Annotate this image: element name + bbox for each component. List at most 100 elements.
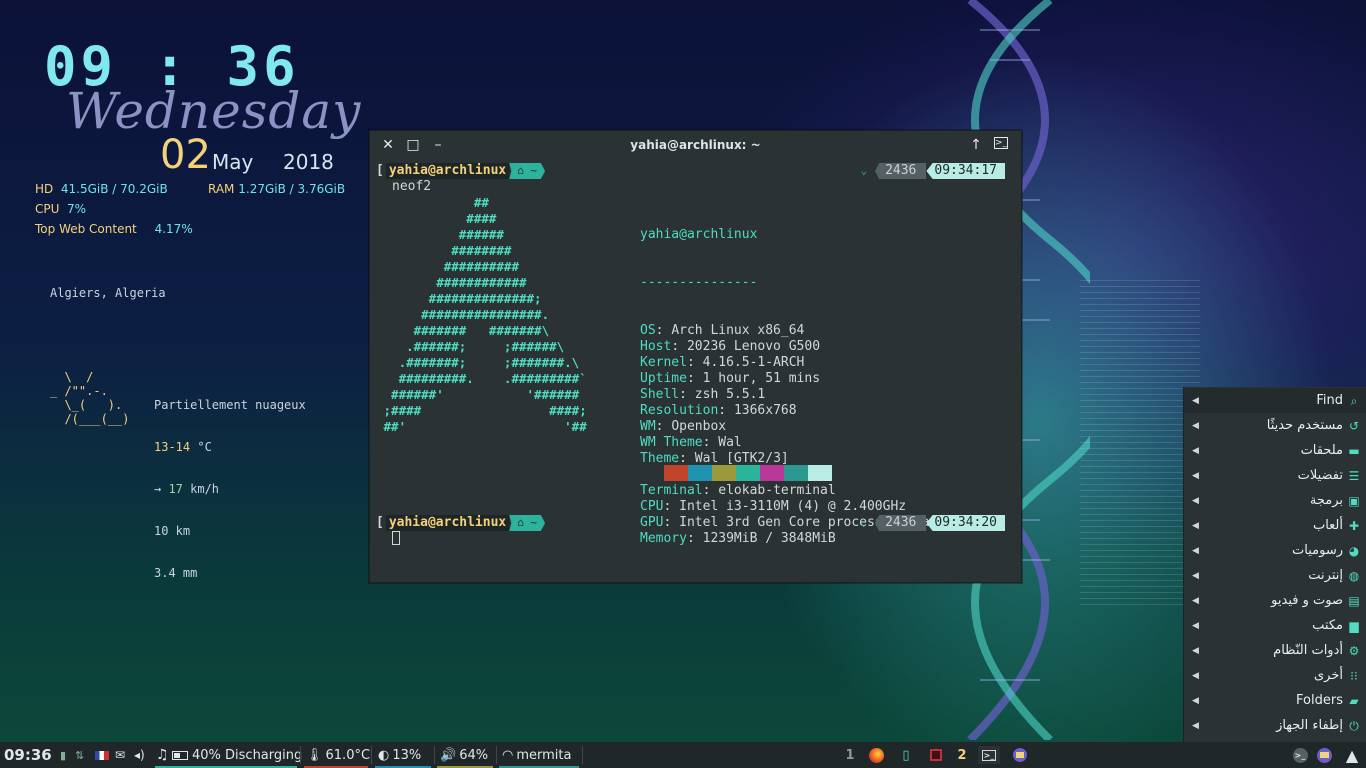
lock-icon[interactable]: ▮	[60, 742, 66, 768]
brightness-status[interactable]: ◐ 13%	[378, 742, 421, 768]
menu-item-games[interactable]: ◀ ألعاب ✚	[1184, 513, 1366, 538]
info-separator: :	[686, 355, 703, 370]
submenu-arrow-icon: ◀	[1192, 445, 1199, 456]
speaker-app-icon[interactable]: ▯	[896, 746, 916, 764]
info-separator: :	[655, 323, 672, 338]
menu-item-folder[interactable]: ◀ Folders ▰	[1184, 688, 1366, 713]
prompt-bracket: [	[376, 515, 384, 530]
battery-status[interactable]: 40% Discharging	[172, 742, 302, 768]
menu-item-multimedia[interactable]: ◀ صوت و فيديو ▤	[1184, 588, 1366, 613]
menu-item-office[interactable]: ◀ مكتب ▆	[1184, 613, 1366, 638]
info-key: OS	[640, 323, 656, 338]
office-icon: ▆	[1349, 618, 1359, 633]
menu-item-programming[interactable]: ◀ برمجة ▣	[1184, 488, 1366, 513]
speaker-icon[interactable]: ◂)	[134, 742, 145, 768]
info-rule: ---------------	[640, 275, 758, 290]
arch-menu-icon[interactable]: ▲	[1342, 746, 1362, 765]
top-label: Top Web Content	[35, 222, 137, 236]
menu-item-label: ألعاب	[1312, 518, 1343, 533]
brightness-text: 13%	[392, 747, 422, 763]
app-window-icon[interactable]	[926, 746, 946, 764]
volume-status[interactable]: 🔊 64%	[440, 742, 488, 768]
menu-item-accessories[interactable]: ◀ ملحقات ▬	[1184, 438, 1366, 463]
menu-item-label: Folders	[1296, 693, 1343, 708]
terminal-tray-icon[interactable]: >_	[1290, 746, 1310, 764]
workspace-2[interactable]: 2	[952, 746, 972, 764]
info-row: WM: Openbox	[640, 419, 1000, 435]
keyboard-layout-flag-icon[interactable]	[95, 751, 109, 760]
info-separator: :	[679, 451, 695, 466]
info-value: Openbox	[671, 419, 727, 434]
temperature-text: 61.0°C	[325, 747, 371, 763]
ram-label: RAM	[208, 182, 235, 196]
terminal-output[interactable]: [ yahia@archlinux ⌂ ~ ⌄ 2436 09:34:17 ne…	[370, 159, 1021, 582]
info-separator: :	[686, 371, 703, 386]
recent-icon: ↺	[1348, 418, 1360, 433]
taskbar-clock[interactable]: 09:36	[4, 742, 52, 768]
games-icon: ✚	[1348, 518, 1360, 533]
menu-item-label: أدوات النّظام	[1273, 643, 1343, 658]
menu-item-label: مكتب	[1312, 618, 1343, 633]
arrow-up-icon[interactable]: ↑	[968, 137, 984, 153]
music-icon[interactable]: ♫	[156, 742, 169, 768]
file-manager-task-icon[interactable]	[1010, 746, 1030, 764]
palette-swatch	[760, 465, 784, 481]
menu-item-label: إنترنت	[1308, 568, 1343, 583]
mail-icon[interactable]: ✉	[115, 742, 125, 768]
menu-item-graphics[interactable]: ◀ رسوميات ◕	[1184, 538, 1366, 563]
desktop-weekday: Wednesday	[66, 82, 362, 140]
wifi-status[interactable]: ◠ mermita	[502, 742, 571, 768]
info-value: Wal [GTK2/3]	[694, 451, 789, 466]
volume-text: 64%	[459, 747, 489, 763]
terminal-titlebar[interactable]: ✕ □ – yahia@archlinux: ~ ↑ >_	[370, 131, 1021, 159]
info-key: Theme	[640, 451, 680, 466]
info-separator: :	[718, 403, 734, 418]
programming-icon: ▣	[1348, 493, 1360, 508]
weather-temp: 13-14	[154, 440, 191, 454]
weather-wind-speed: 17	[168, 482, 183, 496]
desktop-date-month: May	[212, 150, 254, 174]
submenu-arrow-icon: ◀	[1192, 570, 1199, 581]
info-key: CPU	[640, 499, 664, 514]
palette-swatch	[664, 465, 688, 481]
weather-wind-arrow: →	[154, 482, 169, 496]
info-separator: :	[702, 483, 719, 498]
weather-wind-unit: km/h	[182, 482, 220, 496]
folder-icon: ▰	[1349, 693, 1359, 708]
info-key: Host	[640, 339, 672, 354]
terminal-window[interactable]: ✕ □ – yahia@archlinux: ~ ↑ >_ [ yahia@ar…	[369, 130, 1022, 583]
submenu-arrow-icon: ◀	[1192, 645, 1199, 656]
menu-item-other[interactable]: ◀ أخرى ⁝⁝	[1184, 663, 1366, 688]
multimedia-icon: ▤	[1348, 593, 1360, 608]
menu-item-power[interactable]: ◀ إطفاء الجهاز ⏻	[1184, 713, 1366, 738]
menu-item-label: برمجة	[1309, 493, 1343, 508]
network-arrows-icon[interactable]: ⇅	[75, 742, 84, 768]
folder-tray-icon[interactable]	[1314, 746, 1334, 764]
workspace-1[interactable]: 1	[840, 746, 860, 764]
info-separator: :	[686, 531, 703, 546]
info-key: WM Theme	[640, 435, 703, 450]
prompt-bracket: [	[376, 163, 384, 178]
menu-item-label: رسوميات	[1292, 543, 1343, 558]
info-value: Wal	[718, 435, 742, 450]
palette-swatch	[640, 465, 664, 481]
temperature-status[interactable]: 🌡 61.0°C	[306, 742, 370, 768]
terminal-task-icon[interactable]: >_	[978, 746, 1000, 764]
root-menu[interactable]: ◀ Find ⌕ ◀ مستخدم حديثًا ↺ ◀ ملحقات ▬ ◀ تفضيلات ☰ ◀ ب…	[1183, 387, 1366, 742]
info-row: Shell: zsh 5.5.1	[640, 387, 1000, 403]
menu-item-recent[interactable]: ◀ مستخدم حديثًا ↺	[1184, 413, 1366, 438]
submenu-arrow-icon: ◀	[1192, 670, 1199, 681]
right-prompt-2: ⌄ 2436 09:34:20	[860, 515, 1005, 531]
info-row: Memory: 1239MiB / 3848MiB	[640, 531, 1000, 547]
menu-item-internet[interactable]: ◀ إنترنت ◍	[1184, 563, 1366, 588]
menu-item-system-tools[interactable]: ◀ أدوات النّظام ⚙	[1184, 638, 1366, 663]
menu-item-preferences[interactable]: ◀ تفضيلات ☰	[1184, 463, 1366, 488]
cpu-usage: CPU 7%	[35, 202, 86, 216]
terminal-icon[interactable]: >_	[994, 137, 1008, 149]
firefox-icon[interactable]	[866, 746, 886, 764]
prompt-time: 09:34:17	[926, 163, 1005, 179]
cpu-value: 7%	[67, 202, 87, 216]
info-value: 1239MiB / 3848MiB	[702, 531, 836, 546]
menu-item-label: أخرى	[1314, 668, 1343, 683]
menu-item-search[interactable]: ◀ Find ⌕	[1184, 388, 1366, 413]
